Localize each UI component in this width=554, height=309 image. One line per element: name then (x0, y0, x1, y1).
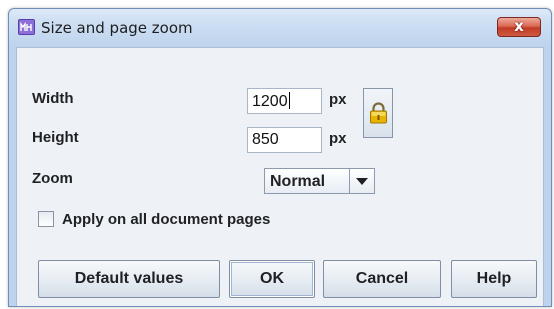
chevron-down-icon[interactable] (349, 169, 374, 193)
title-bar[interactable]: Size and page zoom x (9, 9, 551, 47)
close-icon: x (514, 17, 524, 35)
default-values-button[interactable]: Default values (38, 260, 220, 298)
cancel-button[interactable]: Cancel (323, 260, 441, 298)
width-field[interactable]: 1200 (247, 88, 322, 114)
dialog-content: Width 1200 px Height 850 px Zoom Normal (16, 47, 544, 306)
height-field[interactable]: 850 (247, 127, 322, 153)
app-icon (18, 19, 35, 35)
width-label: Width (32, 90, 74, 107)
height-label: Height (32, 129, 79, 146)
width-unit: px (329, 91, 347, 108)
height-value: 850 (252, 131, 279, 148)
close-button[interactable]: x (497, 17, 541, 37)
dialog-window: Size and page zoom x Width 1200 px Heigh… (8, 8, 552, 307)
apply-all-checkbox[interactable] (38, 211, 54, 227)
zoom-select[interactable]: Normal (264, 168, 375, 194)
apply-all-label[interactable]: Apply on all document pages (62, 211, 270, 228)
height-unit: px (329, 130, 347, 147)
lock-icon (369, 102, 388, 129)
text-caret (288, 92, 290, 109)
width-value: 1200 (252, 93, 288, 110)
aspect-lock-button[interactable] (363, 88, 393, 138)
window-title: Size and page zoom (41, 19, 193, 37)
help-button[interactable]: Help (451, 260, 537, 298)
zoom-selected-value: Normal (270, 173, 326, 190)
zoom-label: Zoom (32, 170, 73, 187)
ok-button[interactable]: OK (229, 260, 315, 298)
